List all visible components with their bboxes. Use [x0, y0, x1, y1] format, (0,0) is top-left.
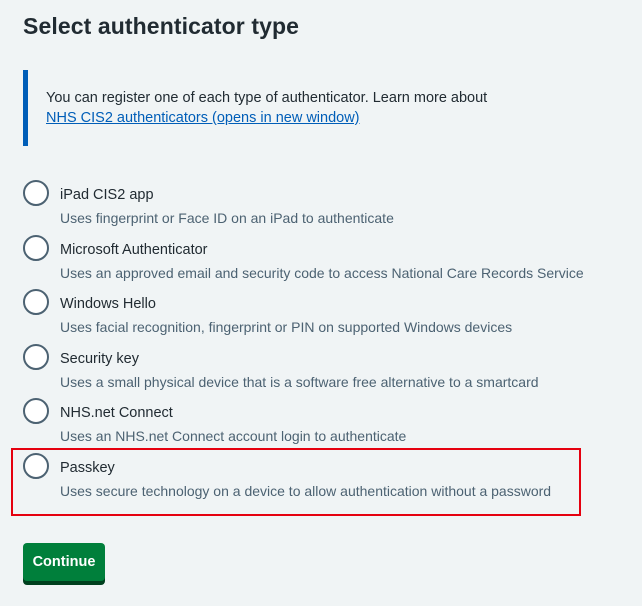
- radio-hint: Uses secure technology on a device to al…: [60, 482, 552, 499]
- radio-button-ipad-cis2-app[interactable]: [23, 180, 49, 206]
- radio-label[interactable]: Microsoft Authenticator: [60, 241, 208, 259]
- page-title: Select authenticator type: [23, 13, 300, 39]
- radio-button-security-key[interactable]: [23, 343, 49, 370]
- info-inset: You can register one of each type of aut…: [23, 70, 583, 146]
- radio-label[interactable]: Security key: [60, 350, 139, 368]
- radio-label[interactable]: NHS.net Connect: [60, 404, 173, 422]
- continue-button[interactable]: Continue: [23, 543, 105, 581]
- radio-button-passkey[interactable]: [23, 452, 49, 479]
- radio-option-nhs-net-connect[interactable]: NHS.net Connect Uses an NHS.net Connect …: [22, 398, 622, 453]
- radio-hint: Uses a small physical device that is a s…: [60, 373, 539, 390]
- radio-label[interactable]: iPad CIS2 app: [60, 186, 154, 204]
- radio-label[interactable]: Windows Hello: [60, 295, 156, 313]
- radio-option-security-key[interactable]: Security key Uses a small physical devic…: [22, 343, 622, 399]
- radio-hint: Uses facial recognition, fingerprint or …: [60, 319, 513, 336]
- radio-hint: Uses an approved email and security code…: [60, 264, 584, 281]
- radio-label[interactable]: Passkey: [60, 459, 115, 477]
- radio-button-windows-hello[interactable]: [23, 289, 49, 316]
- radio-button-nhs-net-connect[interactable]: [23, 398, 49, 425]
- radio-option-microsoft-authenticator[interactable]: Microsoft Authenticator Uses an approved…: [22, 234, 622, 290]
- inset-text: You can register one of each type of aut…: [46, 90, 488, 106]
- radio-button-microsoft-authenticator[interactable]: [23, 234, 49, 261]
- radio-hint: Uses an NHS.net Connect account login to…: [60, 428, 407, 445]
- authenticators-link[interactable]: NHS CIS2 authenticators (opens in new wi…: [46, 110, 360, 126]
- authenticator-radio-group: iPad CIS2 app Uses fingerprint or Face I…: [22, 180, 622, 508]
- radio-option-ipad-cis2-app[interactable]: iPad CIS2 app Uses fingerprint or Face I…: [22, 180, 622, 235]
- radio-option-passkey[interactable]: Passkey Uses secure technology on a devi…: [22, 452, 622, 508]
- radio-option-windows-hello[interactable]: Windows Hello Uses facial recognition, f…: [22, 289, 622, 344]
- radio-hint: Uses fingerprint or Face ID on an iPad t…: [60, 210, 394, 226]
